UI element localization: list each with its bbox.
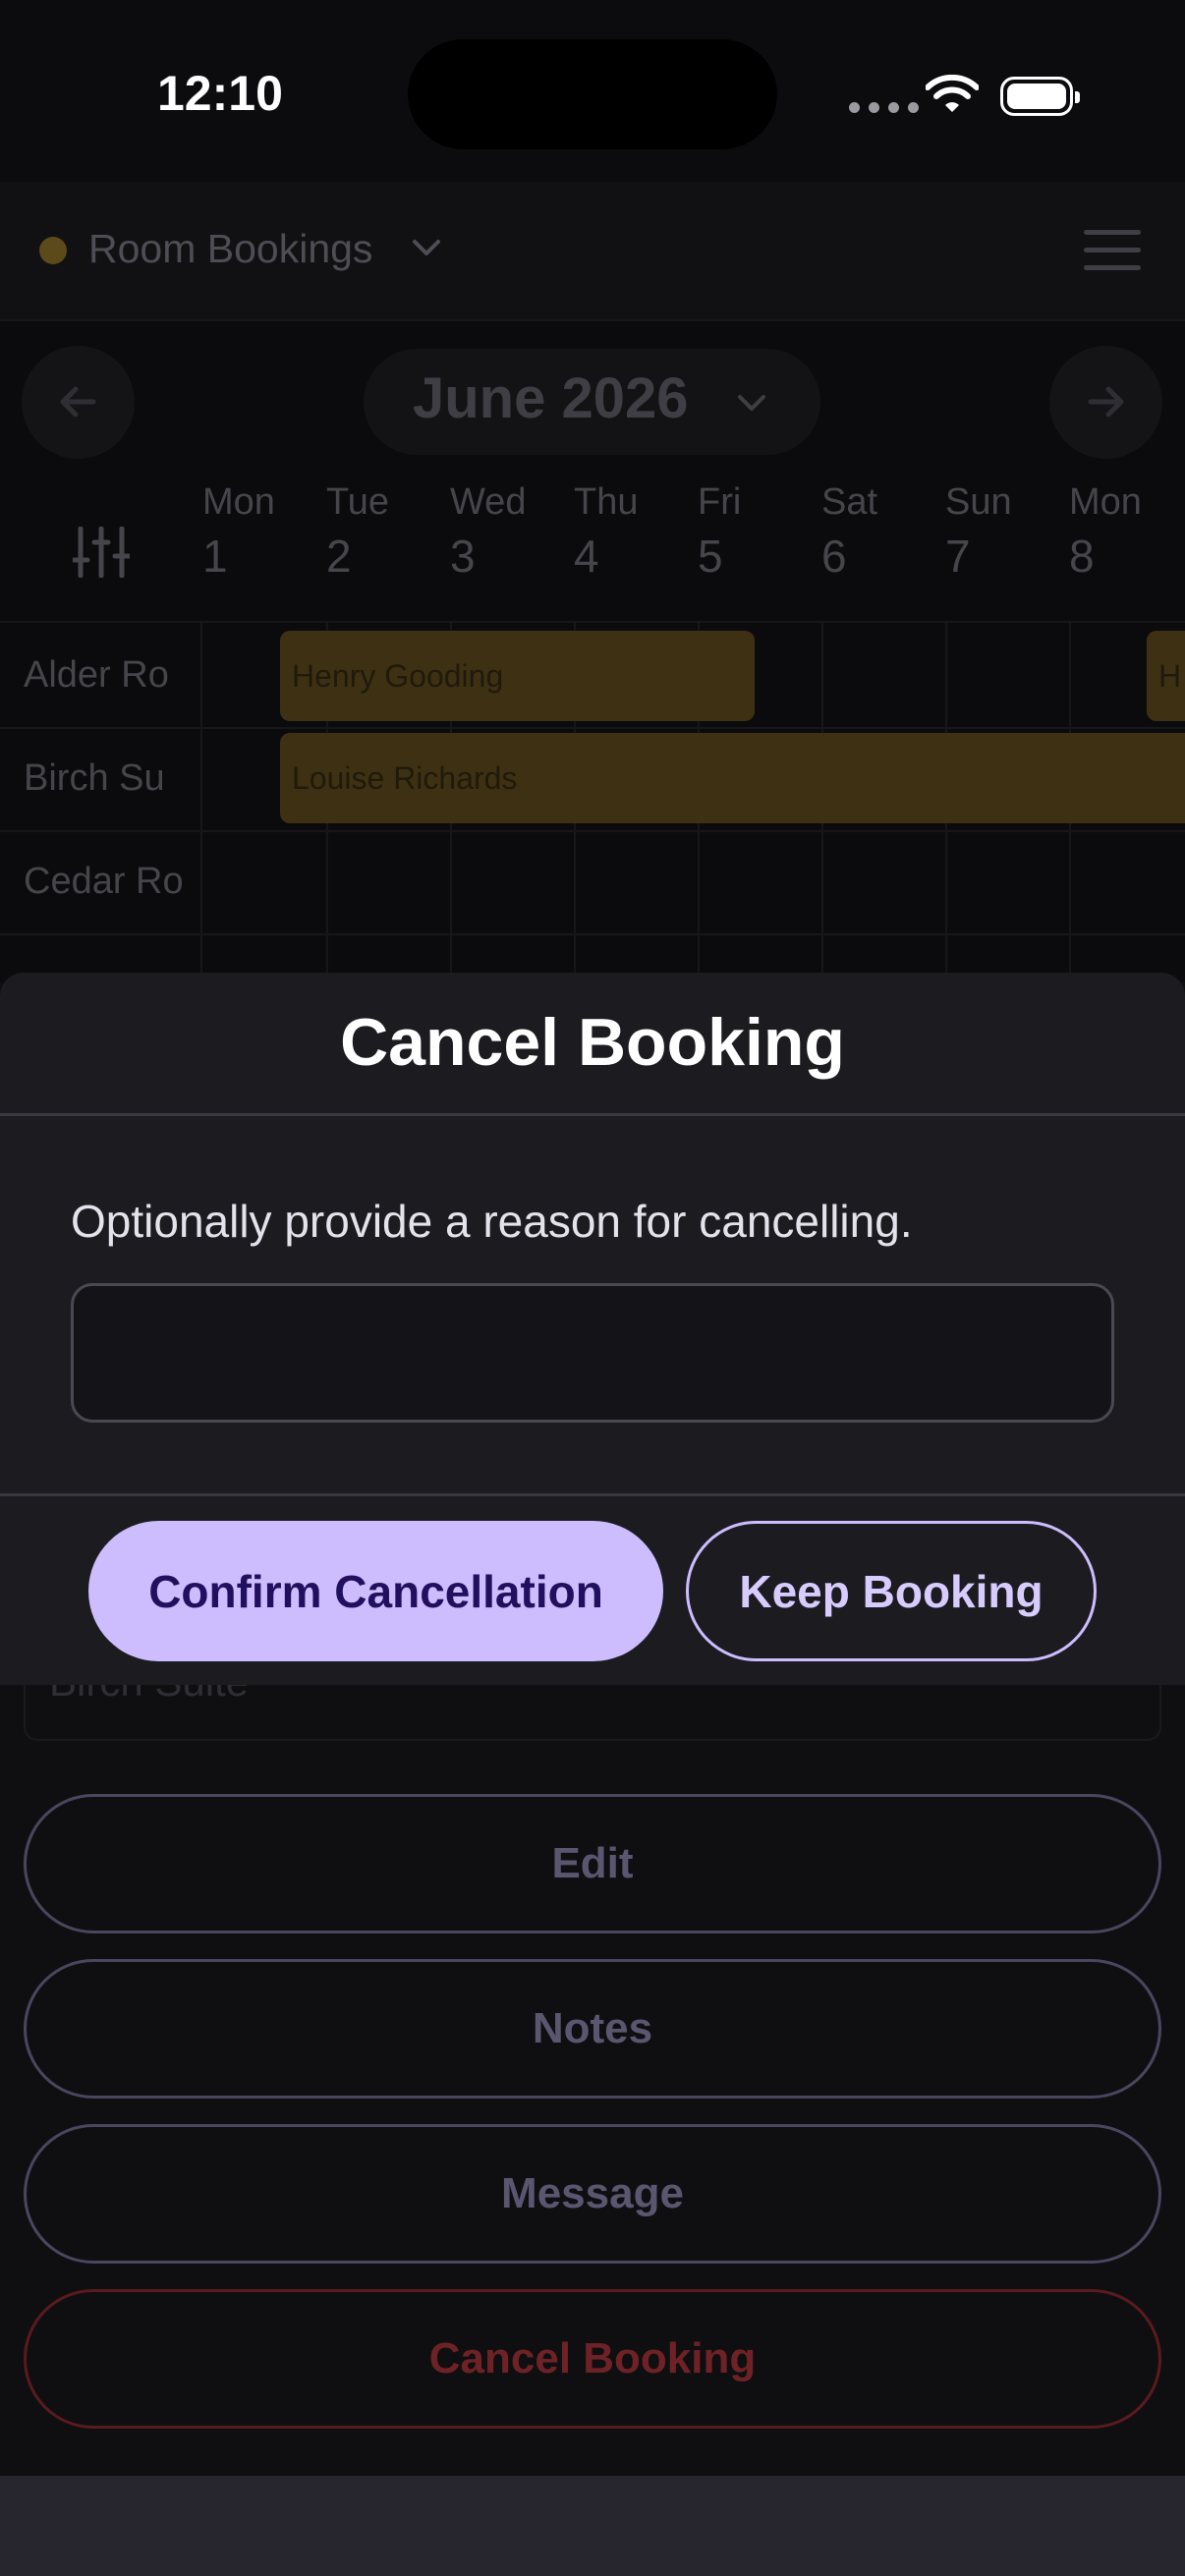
chevron-down-icon: [738, 395, 765, 411]
dynamic-island: [408, 39, 777, 149]
sheet-title: Cancel Booking: [340, 1005, 845, 1080]
day-header: Thu 4: [574, 481, 639, 582]
cellular-signal-icon: [849, 102, 919, 113]
previous-month-button[interactable]: [22, 346, 135, 459]
edit-button[interactable]: Edit: [24, 1794, 1161, 1933]
booking-block[interactable]: Henry Gooding: [280, 631, 755, 721]
arrow-left-icon: [60, 386, 96, 418]
grid-divider: [0, 933, 1185, 935]
booking-block[interactable]: H: [1147, 631, 1185, 721]
grid-divider: [0, 621, 1185, 623]
day-header: Fri 5: [698, 481, 742, 582]
chevron-down-icon[interactable]: [411, 236, 442, 259]
booking-guest-name: Henry Gooding: [292, 658, 504, 694]
confirm-cancellation-button[interactable]: Confirm Cancellation: [88, 1521, 663, 1661]
day-header: Mon 1: [202, 481, 275, 582]
month-label: June 2026: [413, 366, 689, 430]
room-label: Cedar Ro: [24, 861, 184, 902]
app-title[interactable]: Room Bookings: [88, 226, 372, 272]
day-header: Tue 2: [326, 481, 390, 582]
room-label: Alder Ro: [24, 654, 169, 696]
booking-block[interactable]: Louise Richards: [280, 733, 1185, 823]
booking-guest-name: Louise Richards: [292, 760, 518, 796]
cancel-booking-button[interactable]: Cancel Booking: [24, 2289, 1161, 2429]
cancel-reason-input[interactable]: [71, 1283, 1114, 1423]
bottom-bar: [0, 2476, 1185, 2576]
day-header: Mon 8: [1069, 481, 1142, 582]
menu-icon[interactable]: [1084, 230, 1141, 283]
booking-guest-name: H: [1158, 658, 1182, 694]
next-month-button[interactable]: [1049, 346, 1162, 459]
battery-icon: [1000, 77, 1080, 116]
message-button[interactable]: Message: [24, 2124, 1161, 2264]
filter-sliders-icon[interactable]: [73, 527, 130, 578]
wifi-icon: [926, 75, 979, 112]
room-label: Birch Su: [24, 757, 165, 799]
keep-booking-button[interactable]: Keep Booking: [686, 1521, 1097, 1661]
sheet-divider: [0, 1493, 1185, 1496]
grid-divider: [200, 621, 202, 975]
day-header: Wed 3: [450, 481, 527, 582]
notes-button[interactable]: Notes: [24, 1959, 1161, 2099]
grid-divider: [0, 727, 1185, 729]
day-header: Sat 6: [821, 481, 878, 582]
cancel-reason-prompt: Optionally provide a reason for cancelli…: [71, 1196, 913, 1247]
sheet-divider: [0, 1113, 1185, 1116]
status-dot-icon: [39, 237, 67, 264]
grid-divider: [0, 830, 1185, 832]
day-header: Sun 7: [945, 481, 1012, 582]
status-time: 12:10: [157, 66, 283, 121]
arrow-right-icon: [1088, 386, 1124, 418]
